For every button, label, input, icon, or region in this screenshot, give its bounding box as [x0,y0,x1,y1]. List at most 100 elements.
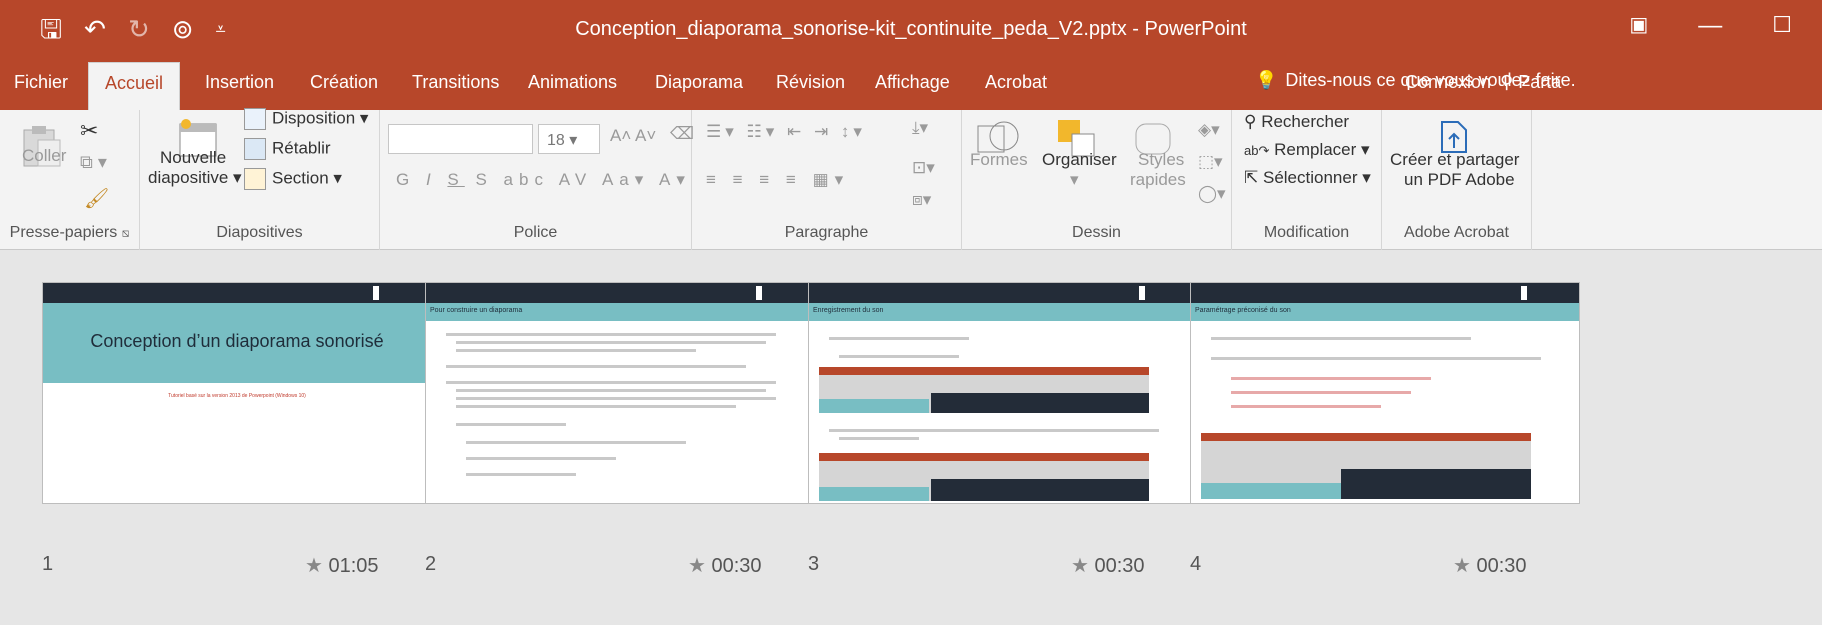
dialog-launcher-icon[interactable]: ⧅ [122,226,130,240]
group-slides: Nouvelle diapositive ▾ Disposition ▾ Rét… [140,108,380,250]
reset-label: Rétablir [272,138,331,158]
layout-button[interactable]: Disposition ▾ [244,108,368,130]
share-button[interactable]: ⚲ Parta [1500,72,1561,93]
font-name-field[interactable] [388,124,533,154]
sign-in-link[interactable]: Connexion [1405,72,1491,93]
ribbon-display-options-icon[interactable]: ▣ [1629,12,1648,40]
minimize-icon[interactable]: — [1698,12,1722,40]
group-font: 18 ▾ A˄ A˅ ⌫ G I S S abc AV Aa▾ A▾ Polic… [380,110,694,250]
shapes-button[interactable]: Formes [970,150,1028,170]
slide-3-screenshot-2 [819,453,1149,501]
tab-insertion[interactable]: Insertion [205,72,274,93]
group-drawing: Formes Organiser ▾ Styles rapides ◈▾ ⬚▾ ◯▾… [962,110,1232,250]
slide-header-bar [1191,283,1579,303]
font-size-value: 18 [547,132,565,149]
group-clipboard: Coller ✂ ⧉ ▾ 🖌 Presse-papiers ⧅ [0,110,140,250]
shape-format-icons[interactable]: ◈▾ ⬚▾ ◯▾ [1198,114,1226,210]
reset-button[interactable]: Rétablir [244,138,331,160]
tab-animations[interactable]: Animations [528,72,617,93]
copy-icon[interactable]: ⧉ ▾ [80,152,107,173]
slide-timing-2: ★ 00:30 [688,553,762,578]
find-label: Rechercher [1261,112,1350,131]
slide-timing-3: ★ 00:30 [1071,553,1145,578]
font-style-buttons[interactable]: G I S S abc AV Aa▾ A▾ [396,170,691,190]
tab-creation[interactable]: Création [310,72,378,93]
star-icon: ★ [305,555,323,577]
search-icon: ⚲ [1244,112,1257,131]
slide-time-4: 00:30 [1476,555,1527,577]
slide-3-title: Enregistrement du son [813,307,884,314]
section-button[interactable]: Section ▾ [244,168,342,190]
tab-revision[interactable]: Révision [776,72,845,93]
list-buttons[interactable]: ☰▾ ☷▾ ⇤ ⇥ ↕▾ [706,122,866,142]
lightbulb-icon: 💡 [1255,70,1278,90]
align-text-icon[interactable]: ⊡▾ [912,158,935,178]
tab-acrobat[interactable]: Acrobat [985,72,1047,93]
arrange-dropdown-icon[interactable]: ▾ [1070,170,1079,190]
slide-timing-1: ★ 01:05 [305,553,379,578]
cut-icon[interactable]: ✂ [80,118,98,144]
clear-formatting-icon[interactable]: ⌫ [670,124,694,144]
slide-header-bar [426,283,814,303]
slide-4-title: Paramétrage préconisé du son [1195,307,1291,314]
slide-1-subtitle: Tutoriel basé sur la version 2013 de Pow… [168,393,306,399]
tab-diaporama[interactable]: Diaporama [655,72,743,93]
quick-styles-label-2[interactable]: rapides [1130,170,1186,190]
person-icon: ⚲ [1500,72,1514,92]
group-label-acrobat: Adobe Acrobat [1404,224,1509,241]
group-label-editing: Modification [1263,224,1350,241]
reset-icon [244,138,266,160]
layout-label: Disposition [272,108,356,128]
format-painter-icon[interactable]: 🖌 [84,186,109,211]
slide-number-3: 3 [808,553,820,575]
create-pdf-label-1[interactable]: Créer et partager [1390,150,1519,170]
group-paragraph: ☰▾ ☷▾ ⇤ ⇥ ↕▾ ⤓▾ ≡ ≡ ≡ ≡ ▦▾ ⊡▾ ⧈▾ Paragra… [692,110,962,250]
group-label-clipboard: Presse-papiers [9,224,118,241]
slide-time-1: 01:05 [328,555,379,577]
slide-sorter: Conception d’un diaporama sonorisé Tutor… [0,250,1822,625]
slide-thumbnail-4[interactable]: Paramétrage préconisé du son [1190,282,1580,504]
maximize-icon[interactable]: ☐ [1772,12,1792,40]
align-buttons[interactable]: ≡ ≡ ≡ ≡ ▦▾ [706,170,849,190]
slide-number-2: 2 [425,553,437,575]
tab-fichier[interactable]: Fichier [14,72,68,93]
star-icon: ★ [688,555,706,577]
university-logo [1139,286,1189,300]
group-adobe-acrobat: Créer et partager un PDF Adobe Adobe Acr… [1382,110,1532,250]
window-title: Conception_diaporama_sonorise-kit_contin… [575,18,1247,40]
slide-thumbnail-1[interactable]: Conception d’un diaporama sonorisé Tutor… [42,282,432,504]
tab-transitions[interactable]: Transitions [412,72,499,93]
tab-affichage[interactable]: Affichage [875,72,950,93]
quick-styles-label-1[interactable]: Styles [1138,150,1184,170]
slide-time-2: 00:30 [711,555,762,577]
create-pdf-label-2[interactable]: un PDF Adobe [1404,170,1515,190]
group-label-paragraph: Paragraphe [784,224,869,241]
new-slide-label-1[interactable]: Nouvelle [160,148,226,168]
tab-accueil[interactable]: Accueil [88,62,181,110]
smartart-icon[interactable]: ⧈▾ [912,190,931,210]
slide-3-screenshot-1 [819,367,1149,413]
slide-timing-4: ★ 00:30 [1453,553,1527,578]
slide-4-screenshot [1201,433,1531,499]
layout-icon [244,108,266,130]
text-direction-icon[interactable]: ⤓▾ [912,118,928,138]
paste-button[interactable]: Coller [22,146,66,166]
star-icon: ★ [1453,555,1471,577]
new-slide-button[interactable]: diapositive ▾ [148,168,242,188]
share-label: Parta [1518,72,1562,92]
replace-button[interactable]: ab↷ Remplacer ▾ [1244,140,1370,160]
replace-icon: ab↷ [1244,143,1270,158]
arrange-button[interactable]: Organiser [1042,150,1117,170]
university-logo [756,286,806,300]
section-icon [244,168,266,190]
find-button[interactable]: ⚲ Rechercher [1244,112,1349,132]
group-label-font: Police [513,224,558,241]
select-label: Sélectionner [1262,168,1358,187]
slide-thumbnail-3[interactable]: Enregistrement du son [808,282,1198,504]
font-size-field[interactable]: 18 ▾ [538,124,600,154]
grow-font-icon[interactable]: A˄ A˅ [610,126,656,146]
select-button[interactable]: ⇱ Sélectionner ▾ [1244,168,1371,188]
university-logo [373,286,423,300]
new-slide-label-2: diapositive [148,168,229,187]
slide-thumbnail-2[interactable]: Pour construire un diaporama [425,282,815,504]
